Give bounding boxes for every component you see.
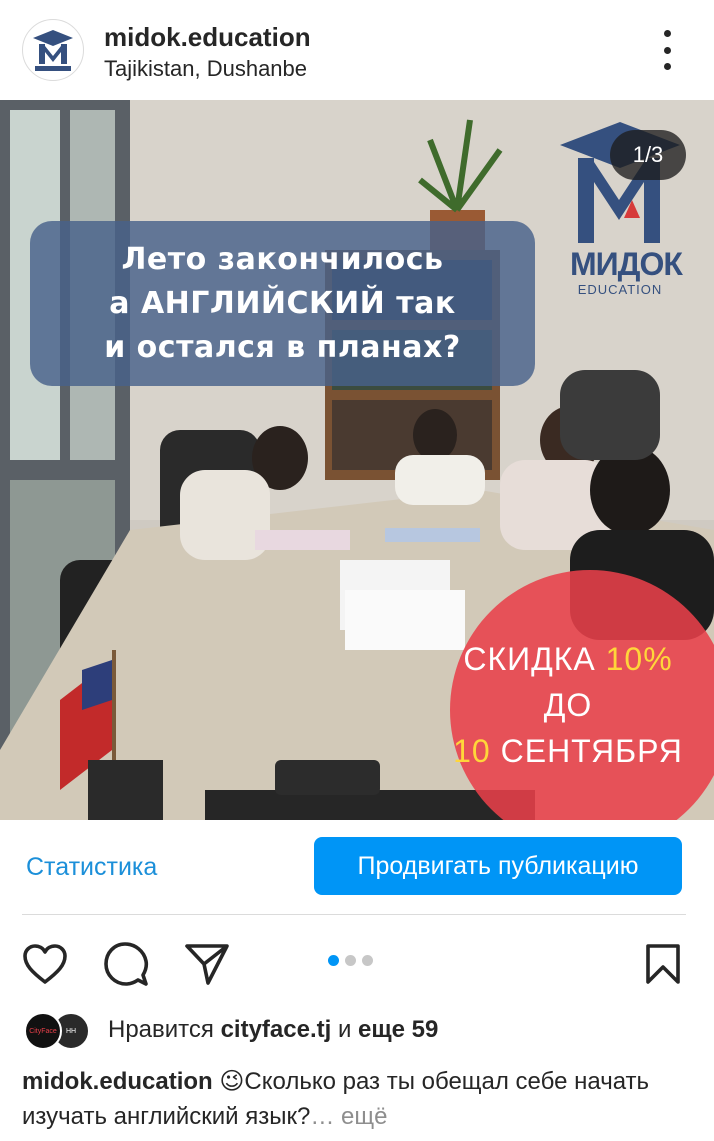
caption-more-link[interactable]: … ещё <box>310 1103 387 1130</box>
post-caption: midok.education 😉Сколько раз ты обещал с… <box>22 1064 702 1134</box>
promo-line-2: ДО <box>543 687 593 723</box>
bookmark-icon[interactable] <box>638 939 688 989</box>
share-icon[interactable] <box>182 939 232 989</box>
brand-name: МИДОК <box>570 246 683 282</box>
likes-prefix: Нравится <box>108 1016 221 1043</box>
post-header: midok.education Tajikistan, Dushanbe <box>0 0 714 100</box>
likes-count[interactable]: еще 59 <box>358 1016 438 1043</box>
carousel-dot-2 <box>345 955 356 966</box>
headline-banner: Лето закончилось а АНГЛИЙСКИЙ так и оста… <box>30 221 535 386</box>
promo-date-day: 10 <box>453 733 491 769</box>
promo-date-month: СЕНТЯБРЯ <box>490 733 683 769</box>
headline-line-2: а АНГЛИЙСКИЙ так <box>109 285 456 321</box>
likes-summary[interactable]: Нравится cityface.tj и еще 59 <box>108 1016 438 1044</box>
post-username[interactable]: midok.education <box>104 22 311 53</box>
promo-line-1: СКИДКА 10% <box>438 636 698 682</box>
promo-discount-value: 10% <box>605 641 673 677</box>
headline-line-1: Лето закончилось <box>121 241 444 277</box>
midok-logo-icon[interactable] <box>22 19 84 81</box>
more-vertical-icon[interactable] <box>652 30 682 70</box>
liker-avatar-2-text: HH <box>65 1027 77 1035</box>
likes-user[interactable]: cityface.tj <box>221 1016 332 1043</box>
promote-post-button[interactable]: Продвигать публикацию <box>314 837 682 895</box>
promo-discount-label: СКИДКА <box>463 641 606 677</box>
statistics-link[interactable]: Статистика <box>26 853 157 882</box>
caption-username[interactable]: midok.education <box>22 1068 213 1095</box>
likes-middle: и <box>331 1016 359 1043</box>
divider <box>22 914 686 915</box>
promo-line-3: 10 СЕНТЯБРЯ <box>438 728 698 774</box>
carousel-counter: 1/3 <box>610 130 686 180</box>
carousel-dot-1 <box>328 955 339 966</box>
headline-line-3: и остался в планах? <box>104 329 461 365</box>
heart-icon[interactable] <box>20 939 70 989</box>
promo-text: СКИДКА 10% ДО 10 СЕНТЯБРЯ <box>438 636 698 774</box>
brand-subtitle: EDUCATION <box>577 282 663 297</box>
carousel-dot-3 <box>362 955 373 966</box>
wink-emoji-icon: 😉 <box>219 1068 245 1095</box>
post-location[interactable]: Tajikistan, Dushanbe <box>104 56 307 82</box>
liker-avatar-1[interactable]: CityFace <box>24 1012 62 1050</box>
liker-avatar-1-text: CityFace <box>29 1027 57 1035</box>
comment-icon[interactable] <box>101 939 151 989</box>
carousel-indicator <box>328 955 373 966</box>
